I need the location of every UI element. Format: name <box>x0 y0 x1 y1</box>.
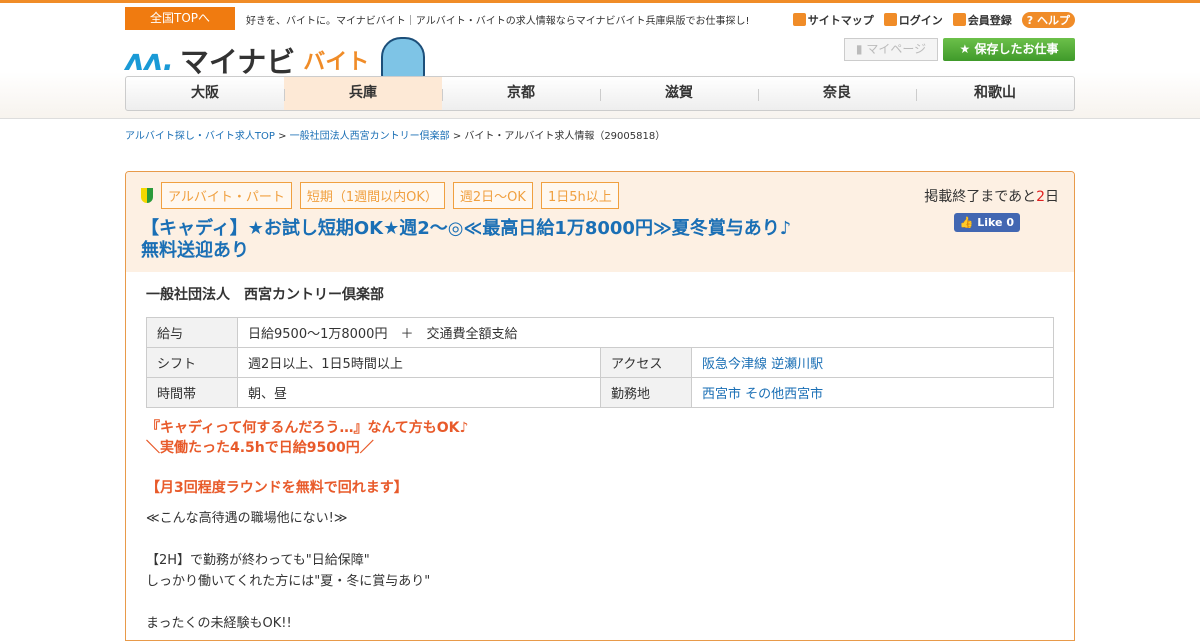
breadcrumb-company[interactable]: 一般社団法人西宮カントリー倶楽部 <box>290 131 450 142</box>
help-label: ヘルプ <box>1037 14 1070 27</box>
login-label: ログイン <box>898 14 943 27</box>
remain-suffix: 日 <box>1045 189 1059 205</box>
pay-value: 日給9500～1万8000円 ＋ 交通費全額支給 <box>237 317 1054 348</box>
highlight-text: 『キャディって何するんだろう…』なんて方もOK♪ ＼実働たった4.5hで日給950… <box>146 418 1054 498</box>
register-label: 会員登録 <box>967 14 1012 27</box>
company-name: 一般社団法人 西宮カントリー倶楽部 <box>146 287 384 303</box>
job-tags: アルバイト・パート 短期（1週間以内OK） 週2日～OK 1日5h以上 <box>141 182 1059 209</box>
header: 全国TOPへ 好きを、バイトに。マイナビバイト｜アルバイト・バイトの求人情報なら… <box>0 3 1200 119</box>
question-icon: ? <box>1026 14 1034 27</box>
star-icon: ★ <box>959 42 971 56</box>
mypage-label: マイページ <box>866 42 927 56</box>
highlight-line: ＼実働たった4.5hで日給9500円／ <box>146 440 374 456</box>
user-add-icon <box>952 13 966 26</box>
access-link[interactable]: 阪急今津線 逆瀬川駅 <box>702 357 823 372</box>
breadcrumb-home[interactable]: アルバイト探し・バイト求人TOP <box>125 131 275 142</box>
breadcrumb-current: バイト・アルバイト求人情報（29005818） <box>464 131 666 142</box>
tagline: 好きを、バイトに。マイナビバイト｜アルバイト・バイトの求人情報ならマイナビバイト… <box>246 16 750 27</box>
desc-line: ≪こんな高待遇の職場他にない!≫ <box>146 511 348 526</box>
logo-mark-icon: ᴧᴧ. <box>125 43 174 77</box>
desc-line: 【2H】で勤務が終わっても"日給保障" <box>146 553 370 568</box>
days-remaining: 掲載終了まであと2日 <box>924 186 1059 206</box>
saved-jobs-button[interactable]: ★ 保存したお仕事 <box>943 38 1075 61</box>
mypage-button[interactable]: ▮ マイページ <box>844 38 938 61</box>
login-link[interactable]: ログイン <box>883 12 943 28</box>
like-label: Like 0 <box>977 216 1014 229</box>
time-value: 朝、昼 <box>237 377 601 408</box>
logo-text: マイナビ <box>179 45 296 79</box>
lock-icon <box>883 13 897 26</box>
breadcrumb: アルバイト探し・バイト求人TOP > 一般社団法人西宮カントリー倶楽部 > バイ… <box>125 131 666 142</box>
shift-label: シフト <box>146 347 238 378</box>
utility-links: サイトマップ ログイン 会員登録 ? ヘルプ <box>792 12 1075 28</box>
desc-line: しっかり働いてくれた方には"夏・冬に賞与あり" <box>146 574 431 589</box>
thumbs-up-icon: 👍 <box>959 216 974 229</box>
nav-wakayama[interactable]: 和歌山 <box>916 77 1074 110</box>
remain-prefix: 掲載終了まであと <box>924 189 1037 205</box>
tag: 週2日～OK <box>452 182 533 209</box>
job-title: 【キャディ】★お試し短期OK★週2～◎≪最高日給1万8000円≫夏冬賞与あり♪無… <box>141 218 792 261</box>
access-label: アクセス <box>600 347 692 378</box>
register-link[interactable]: 会員登録 <box>952 12 1012 28</box>
shift-value: 週2日以上、1日5時間以上 <box>237 347 601 378</box>
time-label: 時間帯 <box>146 377 238 408</box>
tag: アルバイト・パート <box>161 182 292 209</box>
location-label: 勤務地 <box>600 377 692 408</box>
nav-nara[interactable]: 奈良 <box>758 77 916 110</box>
user-icon: ▮ <box>855 42 863 56</box>
job-summary-table: 給与 日給9500～1万8000円 ＋ 交通費全額支給 シフト 週2日以上、1日5時… <box>146 317 1054 408</box>
nav-osaka[interactable]: 大阪 <box>126 77 284 110</box>
help-link[interactable]: ? ヘルプ <box>1021 12 1075 28</box>
tag: 短期（1週間以内OK） <box>299 182 445 209</box>
job-card: アルバイト・パート 短期（1週間以内OK） 週2日～OK 1日5h以上 【キャデ… <box>125 171 1075 641</box>
beginner-mark-icon <box>141 188 153 203</box>
saved-label: 保存したお仕事 <box>974 42 1059 56</box>
sitemap-label: サイトマップ <box>807 14 874 27</box>
nav-hyogo[interactable]: 兵庫 <box>284 77 442 110</box>
job-header: アルバイト・パート 短期（1週間以内OK） 週2日～OK 1日5h以上 【キャデ… <box>126 172 1074 272</box>
remain-days: 2 <box>1036 189 1045 205</box>
job-description: ≪こんな高待遇の職場他にない!≫ 【2H】で勤務が終わっても"日給保障" しっか… <box>146 508 1054 634</box>
facebook-like-button[interactable]: 👍 Like 0 <box>953 213 1020 232</box>
region-nav: 大阪 兵庫 京都 滋賀 奈良 和歌山 <box>125 76 1075 111</box>
logo-subtext: バイト <box>303 50 370 75</box>
desc-line: まったくの未経験もOK!! <box>146 616 292 631</box>
nav-shiga[interactable]: 滋賀 <box>600 77 758 110</box>
sitemap-icon <box>792 13 806 26</box>
national-top-link[interactable]: 全国TOPへ <box>125 7 235 30</box>
highlight-line: 【月3回程度ラウンドを無料で回れます】 <box>146 480 408 496</box>
location-link[interactable]: 西宮市 その他西宮市 <box>702 387 823 402</box>
sitemap-link[interactable]: サイトマップ <box>792 12 874 28</box>
highlight-line: 『キャディって何するんだろう…』なんて方もOK♪ <box>146 420 469 436</box>
nav-kyoto[interactable]: 京都 <box>442 77 600 110</box>
tag: 1日5h以上 <box>540 182 619 209</box>
pay-label: 給与 <box>146 317 238 348</box>
